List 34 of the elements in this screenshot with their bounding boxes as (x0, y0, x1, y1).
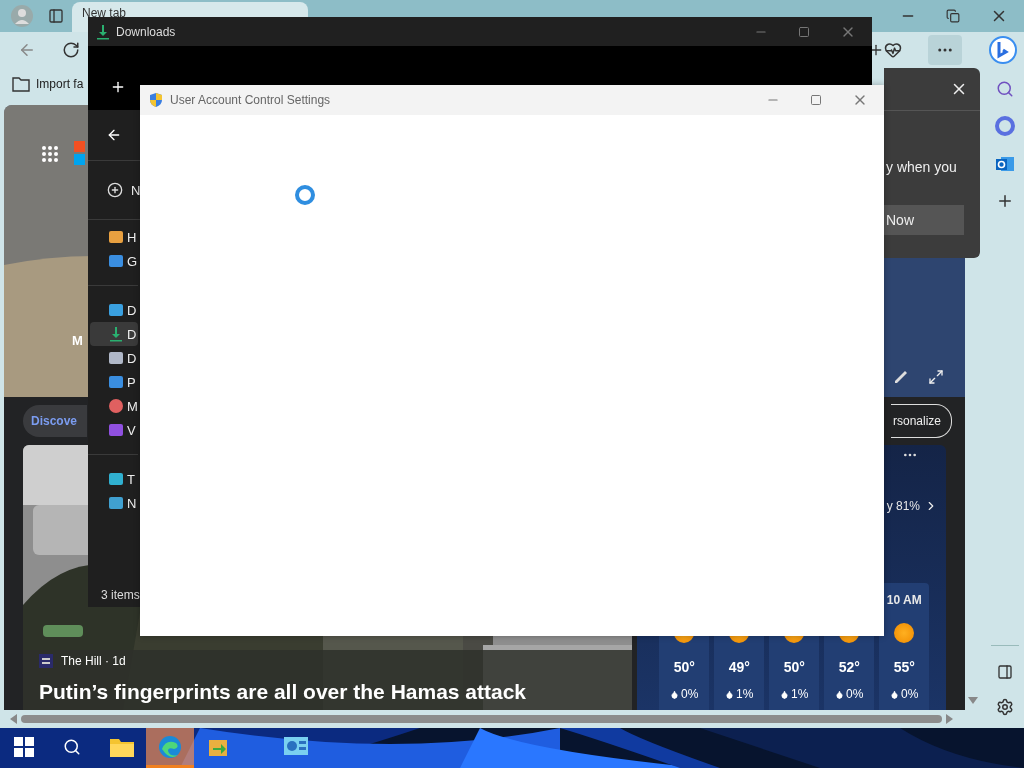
nav-item[interactable]: D (90, 346, 138, 370)
precipitation: 1% (791, 687, 809, 701)
hour-temperature: 50° (673, 659, 695, 675)
precipitation: 0% (901, 687, 919, 701)
hour-time: 10 AM (886, 593, 922, 607)
nav-item[interactable]: M (90, 394, 138, 418)
personalize-button[interactable]: rsonalize (890, 404, 952, 438)
news-headline[interactable]: Putin’s fingerprints are all over the Hamas attack (39, 680, 527, 704)
hero-text: M (72, 333, 83, 348)
weather-summary: y 81% (886, 499, 920, 513)
precipitation: 0% (681, 687, 699, 701)
precipitation: 1% (736, 687, 754, 701)
hour-temperature: 55° (893, 659, 915, 675)
nav-item[interactable]: P (90, 370, 138, 394)
hour-temperature: 52° (838, 659, 860, 675)
nav-item[interactable]: H (90, 225, 138, 249)
news-source: The Hill · 1d (61, 654, 126, 668)
hour-temperature: 49° (728, 659, 750, 675)
new-button[interactable]: N (131, 182, 141, 198)
favorite-link[interactable]: Import fa (36, 77, 84, 91)
nav-item[interactable]: D (90, 298, 138, 322)
window-title: User Account Control Settings (170, 93, 331, 107)
precipitation: 0% (846, 687, 864, 701)
popup-text: y when you (886, 159, 958, 175)
popup-button[interactable]: Now (884, 205, 964, 235)
nav-item[interactable]: D (90, 322, 138, 346)
window-title: Downloads (116, 24, 176, 39)
nav-item[interactable]: N (90, 491, 138, 515)
feed-tab[interactable]: Discove (23, 405, 87, 437)
nav-item[interactable]: G (90, 249, 138, 273)
nav-item[interactable]: V (90, 418, 138, 442)
hour-temperature: 50° (783, 659, 805, 675)
nav-item[interactable]: T (90, 467, 138, 491)
status-text: 3 items (100, 588, 141, 602)
